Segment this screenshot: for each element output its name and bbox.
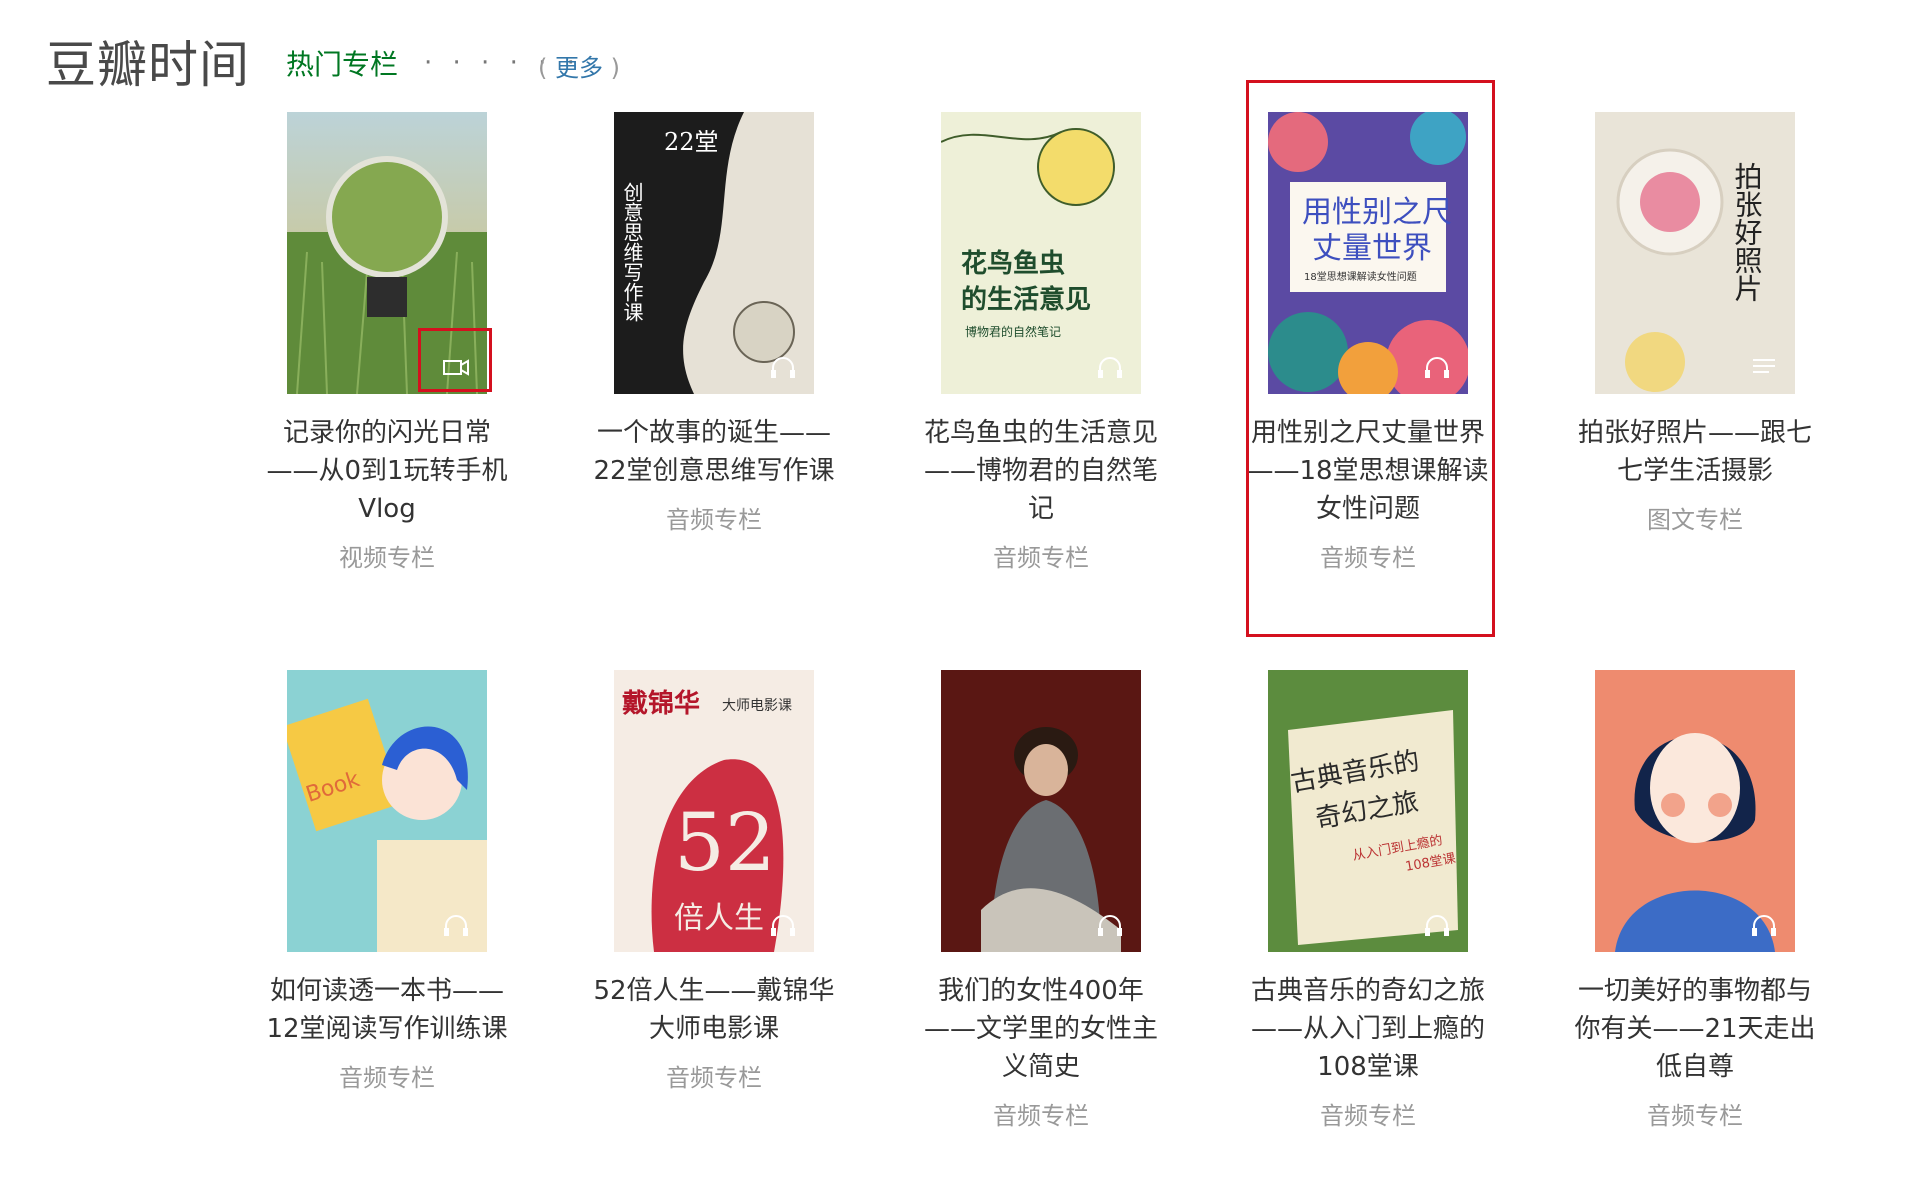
- cover-link[interactable]: 戴锦华 大师电影课 52 倍人生: [614, 670, 814, 952]
- more-paren-close: ): [603, 54, 620, 82]
- column-type: 音频专栏: [993, 544, 1089, 572]
- column-title[interactable]: 拍张好照片——跟七七学生活摄影: [1570, 414, 1820, 490]
- column-title[interactable]: 我们的女性400年——文学里的女性主义简史: [916, 972, 1166, 1086]
- cover-link[interactable]: [1595, 670, 1795, 952]
- headphones-icon: [771, 915, 795, 936]
- text-lines-icon: [1753, 359, 1775, 373]
- column-title[interactable]: 一切美好的事物都与你有关——21天走出低自尊: [1570, 972, 1820, 1086]
- headphones-icon: [1752, 915, 1776, 936]
- column-card[interactable]: Book 如何读透一本书——12堂阅读写作训练课 音频专栏: [262, 670, 512, 1094]
- column-type: 视频专栏: [339, 544, 435, 572]
- cover-link[interactable]: 古典音乐的 奇幻之旅 从入门到上瘾的 108堂课: [1268, 670, 1468, 952]
- column-card[interactable]: 古典音乐的 奇幻之旅 从入门到上瘾的 108堂课 古典音乐的奇幻之旅——从入门到…: [1243, 670, 1493, 1132]
- section-title-hot-columns: 热门专栏: [286, 48, 399, 81]
- column-card[interactable]: 戴锦华 大师电影课 52 倍人生 52倍人生——戴锦华大师电影课 音频专栏: [589, 670, 839, 1094]
- column-type: 音频专栏: [1320, 1102, 1416, 1130]
- column-type: 音频专栏: [993, 1102, 1089, 1130]
- column-type: 图文专栏: [1647, 506, 1743, 534]
- column-title[interactable]: 花鸟鱼虫的生活意见——博物君的自然笔记: [916, 414, 1166, 528]
- site-title: 豆瓣时间: [46, 36, 250, 94]
- column-type: 音频专栏: [666, 506, 762, 534]
- headphones-icon: [1098, 357, 1122, 378]
- highlight-box-video-icon: [418, 328, 492, 392]
- cover-text-line: 花鸟鱼虫: [961, 248, 1065, 279]
- cover-text-line: 博物君的自然笔记: [965, 324, 1061, 339]
- column-title[interactable]: 一个故事的诞生——22堂创意思维写作课: [589, 414, 839, 490]
- headphones-icon: [444, 915, 468, 936]
- column-card[interactable]: 一切美好的事物都与你有关——21天走出低自尊 音频专栏: [1570, 670, 1820, 1132]
- column-type: 音频专栏: [339, 1064, 435, 1092]
- column-card[interactable]: 拍张好照片 拍张好照片——跟七七学生活摄影 图文专栏: [1570, 112, 1820, 536]
- column-title[interactable]: 记录你的闪光日常——从0到1玩转手机Vlog: [262, 414, 512, 528]
- cover-text-line: 22堂: [664, 128, 719, 156]
- cover-link[interactable]: 22堂 创意思维写作课: [614, 112, 814, 394]
- cover-link[interactable]: 拍张好照片: [1595, 112, 1795, 394]
- column-title[interactable]: 古典音乐的奇幻之旅——从入门到上瘾的108堂课: [1243, 972, 1493, 1086]
- highlight-box-card: [1246, 80, 1495, 637]
- column-card[interactable]: 我们的女性400年——文学里的女性主义简史 音频专栏: [916, 670, 1166, 1132]
- cover-text-line: 拍张好照片: [1731, 162, 1764, 302]
- cover-link[interactable]: 花鸟鱼虫 的生活意见 博物君的自然笔记: [941, 112, 1141, 394]
- column-card[interactable]: 花鸟鱼虫 的生活意见 博物君的自然笔记 花鸟鱼虫的生活意见——博物君的自然笔记 …: [916, 112, 1166, 574]
- more-paren-open: (: [538, 54, 555, 82]
- cover-text-line: 戴锦华: [622, 688, 700, 719]
- more-link[interactable]: 更多: [555, 54, 603, 82]
- more-link-wrapper: ( 更多 ): [538, 48, 620, 88]
- headphones-icon: [1098, 915, 1122, 936]
- headphones-icon: [1425, 915, 1449, 936]
- cover-link[interactable]: Book: [287, 670, 487, 952]
- cover-text-line: 52: [674, 796, 776, 889]
- cover-link[interactable]: [941, 670, 1141, 952]
- cover-text-line: 创意思维写作课: [620, 182, 644, 322]
- headphones-icon: [771, 357, 795, 378]
- column-type: 音频专栏: [1647, 1102, 1743, 1130]
- cover-text-line: 倍人生: [674, 901, 764, 936]
- cover-text-line: 的生活意见: [961, 284, 1091, 315]
- header: 豆瓣时间 热门专栏 · · · · · · ( 更多 ): [46, 30, 946, 100]
- cover-text-line: 大师电影课: [722, 698, 792, 714]
- column-card[interactable]: 22堂 创意思维写作课 一个故事的诞生——22堂创意思维写作课 音频专栏: [589, 112, 839, 536]
- column-title[interactable]: 52倍人生——戴锦华大师电影课: [589, 972, 839, 1048]
- column-type: 音频专栏: [666, 1064, 762, 1092]
- column-title[interactable]: 如何读透一本书——12堂阅读写作训练课: [262, 972, 512, 1048]
